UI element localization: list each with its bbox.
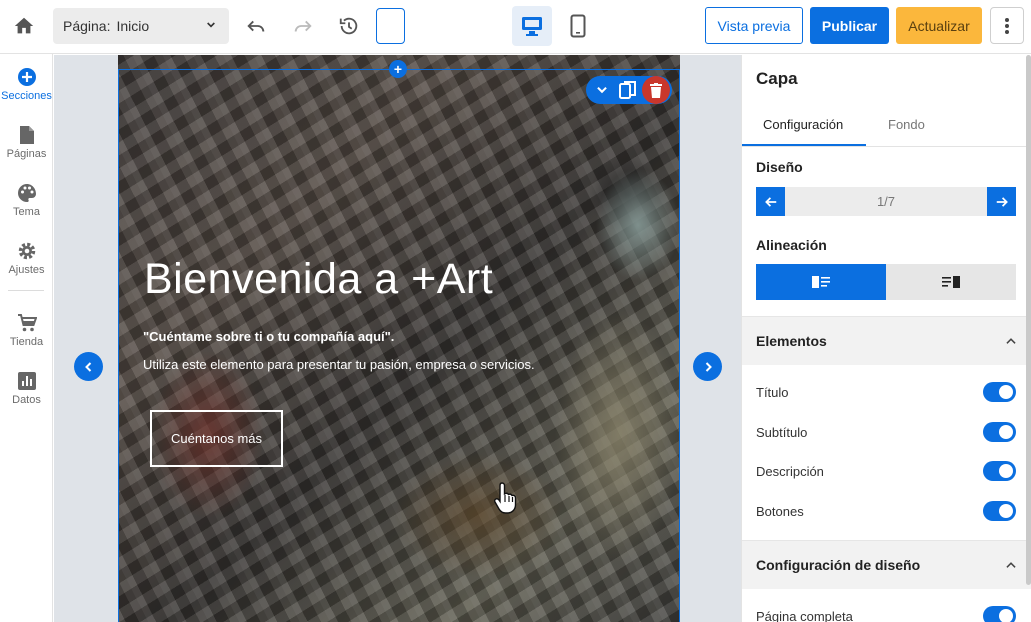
hero-title[interactable]: Bienvenida a +Art <box>144 255 493 304</box>
chevron-up-icon <box>1006 562 1016 568</box>
layout-settings-section-title: Configuración de diseño <box>756 557 921 573</box>
toggle-label: Subtítulo <box>756 425 808 440</box>
sidebar-item-settings[interactable]: Ajustes <box>0 232 53 282</box>
more-options-button[interactable] <box>990 7 1024 44</box>
sidebar-item-store[interactable]: Tienda <box>0 304 53 354</box>
tab-background[interactable]: Fondo <box>888 117 925 132</box>
design-pager-count: 1/7 <box>876 194 896 209</box>
plus-circle-icon <box>16 66 38 88</box>
add-section-above-button[interactable]: + <box>389 60 407 78</box>
properties-panel: Capa Configuración Fondo Diseño 1/7 Alin… <box>741 55 1031 622</box>
page-selector-label: Página: <box>63 18 111 34</box>
buttons-toggle[interactable] <box>983 501 1016 521</box>
sidebar-item-label: Páginas <box>6 148 47 160</box>
sidebar-item-label: Tienda <box>9 336 44 348</box>
description-toggle[interactable] <box>983 461 1016 481</box>
sidebar-item-label: Ajustes <box>8 264 45 276</box>
alignment-toggle-group <box>756 264 1016 300</box>
elements-section-header[interactable]: Elementos <box>742 316 1031 365</box>
publish-button[interactable]: Publicar <box>810 7 889 44</box>
sidebar-item-label: Datos <box>12 394 41 406</box>
chevron-down-icon[interactable] <box>592 80 612 100</box>
arrow-left-icon <box>764 196 776 207</box>
redo-icon[interactable] <box>289 12 317 40</box>
desktop-icon <box>522 17 542 36</box>
title-toggle[interactable] <box>983 382 1016 402</box>
sidebar-item-theme[interactable]: Tema <box>0 174 53 224</box>
toggle-label: Título <box>756 385 789 400</box>
toggle-row-description: Descripción <box>756 461 1016 483</box>
home-icon[interactable] <box>10 12 38 40</box>
cart-icon <box>16 312 38 334</box>
toggle-label: Botones <box>756 504 804 519</box>
undo-icon[interactable] <box>242 12 270 40</box>
alignment-label: Alineación <box>756 237 827 253</box>
chevron-right-icon <box>705 361 712 372</box>
chevron-down-icon <box>203 17 219 36</box>
mobile-view-button[interactable] <box>560 6 596 46</box>
delete-section-button[interactable] <box>642 76 670 104</box>
toggle-row-full-page: Página completa <box>756 606 1016 622</box>
toggle-row-buttons: Botones <box>756 501 1016 523</box>
layout-settings-section-header[interactable]: Configuración de diseño <box>742 540 1031 589</box>
panel-title: Capa <box>756 69 798 88</box>
toggle-label: Página completa <box>756 609 853 622</box>
hand-cursor-icon <box>494 482 517 514</box>
page-icon <box>16 124 38 146</box>
tab-divider <box>742 146 1031 147</box>
history-icon[interactable] <box>335 12 363 40</box>
design-next-button[interactable] <box>987 187 1016 216</box>
top-bar: Página: Inicio Vista previa Publicar Act… <box>0 0 1031 54</box>
page-selector-value: Inicio <box>116 18 150 34</box>
chevron-left-icon <box>84 361 91 372</box>
chevron-up-icon <box>1006 338 1016 344</box>
mobile-icon <box>570 14 586 38</box>
preview-button[interactable]: Vista previa <box>705 7 803 44</box>
toggle-label: Descripción <box>756 464 824 479</box>
desktop-view-button[interactable] <box>512 6 552 46</box>
sidebar-item-pages[interactable]: Páginas <box>0 116 53 166</box>
design-prev-button[interactable] <box>756 187 785 216</box>
hero-subtitle[interactable]: "Cuéntame sobre ti o tu compañía aquí". <box>143 329 394 344</box>
elements-section-title: Elementos <box>756 333 827 349</box>
chart-icon <box>16 370 38 392</box>
page-selector[interactable]: Página: Inicio <box>53 8 229 44</box>
arrow-right-icon <box>996 196 1008 207</box>
trash-icon <box>650 82 662 98</box>
editor-canvas: Bienvenida a +Art "Cuéntame sobre ti o t… <box>54 55 741 622</box>
design-pager: 1/7 <box>756 187 1016 216</box>
toggle-row-subtitle: Subtítulo <box>756 422 1016 444</box>
update-button[interactable]: Actualizar <box>896 7 982 44</box>
tab-configuration[interactable]: Configuración <box>763 117 843 132</box>
blank-toolbar-button[interactable] <box>376 8 405 44</box>
sidebar-item-label: Secciones <box>1 90 52 102</box>
design-label: Diseño <box>756 159 803 175</box>
align-left-icon <box>812 276 830 288</box>
align-right-button[interactable] <box>886 264 1016 300</box>
full-page-toggle[interactable] <box>983 606 1016 622</box>
sidebar-item-label: Tema <box>13 206 40 218</box>
gear-icon <box>16 240 38 262</box>
align-right-icon <box>942 276 960 288</box>
align-left-button[interactable] <box>756 264 886 300</box>
hero-section[interactable]: Bienvenida a +Art "Cuéntame sobre ti o t… <box>118 55 680 622</box>
next-design-button[interactable] <box>693 352 722 381</box>
sidebar-item-sections[interactable]: Secciones <box>0 58 53 108</box>
toggle-row-title: Título <box>756 382 1016 404</box>
hero-cta-button[interactable]: Cuéntanos más <box>150 410 283 467</box>
subtitle-toggle[interactable] <box>983 422 1016 442</box>
sidebar-item-data[interactable]: Datos <box>0 362 53 412</box>
panel-scrollbar[interactable] <box>1026 55 1031 585</box>
sidebar-divider <box>8 290 44 291</box>
palette-icon <box>16 182 38 204</box>
duplicate-icon[interactable] <box>618 80 638 100</box>
hero-description[interactable]: Utiliza este elemento para presentar tu … <box>143 357 535 372</box>
left-sidebar: Secciones Páginas Tema Ajustes Tienda Da… <box>0 54 53 622</box>
kebab-menu-icon <box>1005 17 1009 34</box>
previous-design-button[interactable] <box>74 352 103 381</box>
